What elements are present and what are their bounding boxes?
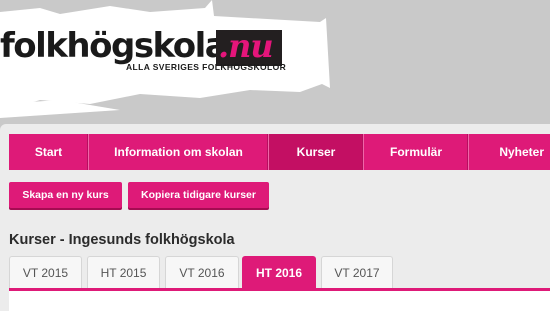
site-logo[interactable]: folkhögskola .nu ALLA SVERIGES FOLKHÖGSK… xyxy=(0,26,287,74)
copy-courses-button[interactable]: Kopiera tidigare kurser xyxy=(128,182,269,208)
nav-item-information[interactable]: Information om skolan xyxy=(89,134,269,170)
nav-item-formular[interactable]: Formulär xyxy=(364,134,469,170)
nav-item-label: Nyheter xyxy=(499,145,544,159)
tab-vt-2017[interactable]: VT 2017 xyxy=(321,256,393,289)
nav-item-label: Start xyxy=(34,145,63,159)
logo-wordmark: folkhögskola xyxy=(0,26,228,66)
nav-item-kurser[interactable]: Kurser xyxy=(269,134,364,170)
nav-item-label: Information om skolan xyxy=(114,145,243,159)
nav-item-label: Kurser xyxy=(296,145,336,159)
tab-content-area xyxy=(9,291,550,311)
logo-suffix: .nu xyxy=(218,27,274,65)
logo-tagline: ALLA SVERIGES FOLKHÖGSKOLOR xyxy=(126,62,287,72)
create-course-button[interactable]: Skapa en ny kurs xyxy=(9,182,122,208)
site-header: folkhögskola .nu ALLA SVERIGES FOLKHÖGSK… xyxy=(0,0,550,124)
nav-item-label: Formulär xyxy=(389,145,442,159)
tab-ht-2016[interactable]: HT 2016 xyxy=(242,256,316,289)
tab-ht-2015[interactable]: HT 2015 xyxy=(87,256,160,289)
tab-vt-2016[interactable]: VT 2016 xyxy=(165,256,239,289)
tab-vt-2015[interactable]: VT 2015 xyxy=(9,256,82,289)
main-nav: Start Information om skolan Kurser Formu… xyxy=(9,134,550,170)
nav-item-nyheter[interactable]: Nyheter xyxy=(469,134,550,170)
page-title: Kurser - Ingesunds folkhögskola xyxy=(9,232,235,248)
nav-item-start[interactable]: Start xyxy=(9,134,89,170)
